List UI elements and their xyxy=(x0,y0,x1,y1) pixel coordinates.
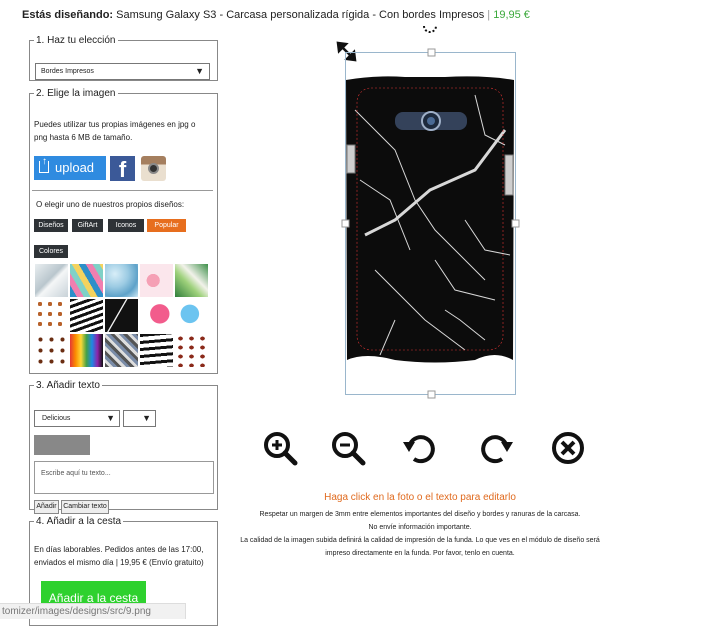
category-popular[interactable]: Popular xyxy=(147,219,186,232)
font-select[interactable]: Delicious ▼ xyxy=(34,410,120,427)
design-thumbnail[interactable] xyxy=(175,299,208,332)
step2-legend: 2. Elige la imagen xyxy=(36,88,116,99)
upload-help-text: Puedes utilizar tus propias imágenes en … xyxy=(34,120,196,142)
chevron-down-icon: ▼ xyxy=(142,413,151,423)
design-thumbnail[interactable] xyxy=(35,299,68,332)
delete-icon[interactable] xyxy=(550,430,586,466)
change-text-button[interactable]: Cambiar texto xyxy=(61,500,109,514)
status-url: tomizer/images/designs/src/9.png xyxy=(0,603,186,619)
instagram-button[interactable] xyxy=(141,156,166,181)
design-thumbnail[interactable] xyxy=(70,264,103,297)
category-giftart[interactable]: GiftArt xyxy=(72,219,103,232)
chevron-down-icon: ▼ xyxy=(106,413,115,423)
step4-legend: 4. Añadir a la cesta xyxy=(36,516,122,527)
design-thumbnail[interactable] xyxy=(35,264,68,297)
header-prefix: Estás diseñando: xyxy=(22,9,114,21)
upload-arrow-icon: ↑ xyxy=(42,156,47,167)
resize-icon xyxy=(336,41,357,62)
design-thumbnail[interactable] xyxy=(140,299,173,332)
step3-legend: 3. Añadir texto xyxy=(36,380,100,391)
design-thumbnail[interactable] xyxy=(105,334,138,367)
rotate-handle-icon xyxy=(423,25,437,33)
design-thumbnail[interactable] xyxy=(140,264,173,297)
design-thumbnail[interactable] xyxy=(140,334,173,367)
chevron-down-icon: ▼ xyxy=(195,66,204,76)
upload-button[interactable]: ↑ upload xyxy=(34,156,106,180)
design-thumbnail[interactable] xyxy=(175,264,208,297)
step1-panel: 1. Haz tu elección Bordes Impresos ▼ xyxy=(29,35,218,81)
design-thumbnail[interactable] xyxy=(70,334,103,367)
font-size-select[interactable]: ▼ xyxy=(123,410,156,427)
font-value: Delicious xyxy=(42,415,71,422)
step1-legend: 1. Haz tu elección xyxy=(36,35,116,46)
design-thumbnail[interactable] xyxy=(70,299,103,332)
divider xyxy=(32,190,213,191)
border-type-select[interactable]: Bordes Impresos ▼ xyxy=(35,63,210,80)
upload-label: upload xyxy=(55,160,95,175)
design-thumbnail[interactable] xyxy=(35,334,68,367)
phone-case-preview[interactable] xyxy=(335,20,535,405)
category-designs[interactable]: Diseños xyxy=(34,219,68,232)
edit-hint: Haga click en la foto o el texto para ed… xyxy=(324,492,516,503)
instagram-icon xyxy=(148,163,159,174)
design-thumbnail[interactable] xyxy=(105,299,138,332)
design-thumbnail[interactable] xyxy=(105,264,138,297)
instruction-margin: Respetar un margen de 3mm entre elemento… xyxy=(259,511,581,531)
design-thumbnail[interactable] xyxy=(175,334,208,367)
step2-panel: 2. Elige la imagen Puedes utilizar tus p… xyxy=(29,88,218,374)
zoom-in-icon[interactable] xyxy=(262,430,298,466)
zoom-out-icon[interactable] xyxy=(330,430,366,466)
facebook-icon: f xyxy=(118,157,127,182)
text-color-swatch[interactable] xyxy=(34,435,90,455)
own-designs-text: O elegir uno de nuestros propios diseños… xyxy=(36,200,185,209)
instruction-quality: La calidad de la imagen subida definirá … xyxy=(240,537,600,557)
shipping-info: En días laborables. Pedidos antes de las… xyxy=(34,545,204,567)
step3-panel: 3. Añadir texto Delicious ▼ ▼ Escribe aq… xyxy=(29,380,218,514)
category-icons[interactable]: Iconos xyxy=(108,219,144,232)
rotate-left-icon[interactable] xyxy=(402,430,438,466)
rotate-right-icon[interactable] xyxy=(478,430,514,466)
border-type-value: Bordes Impresos xyxy=(41,68,94,75)
instructions: Respetar un margen de 3mm entre elemento… xyxy=(230,508,610,560)
text-input-placeholder: Escribe aquí tu texto... xyxy=(41,470,111,477)
add-text-button[interactable]: Añadir xyxy=(34,500,59,514)
text-input[interactable]: Escribe aquí tu texto... xyxy=(34,461,214,494)
facebook-button[interactable]: f xyxy=(110,156,135,182)
category-colors[interactable]: Colores xyxy=(34,245,68,258)
